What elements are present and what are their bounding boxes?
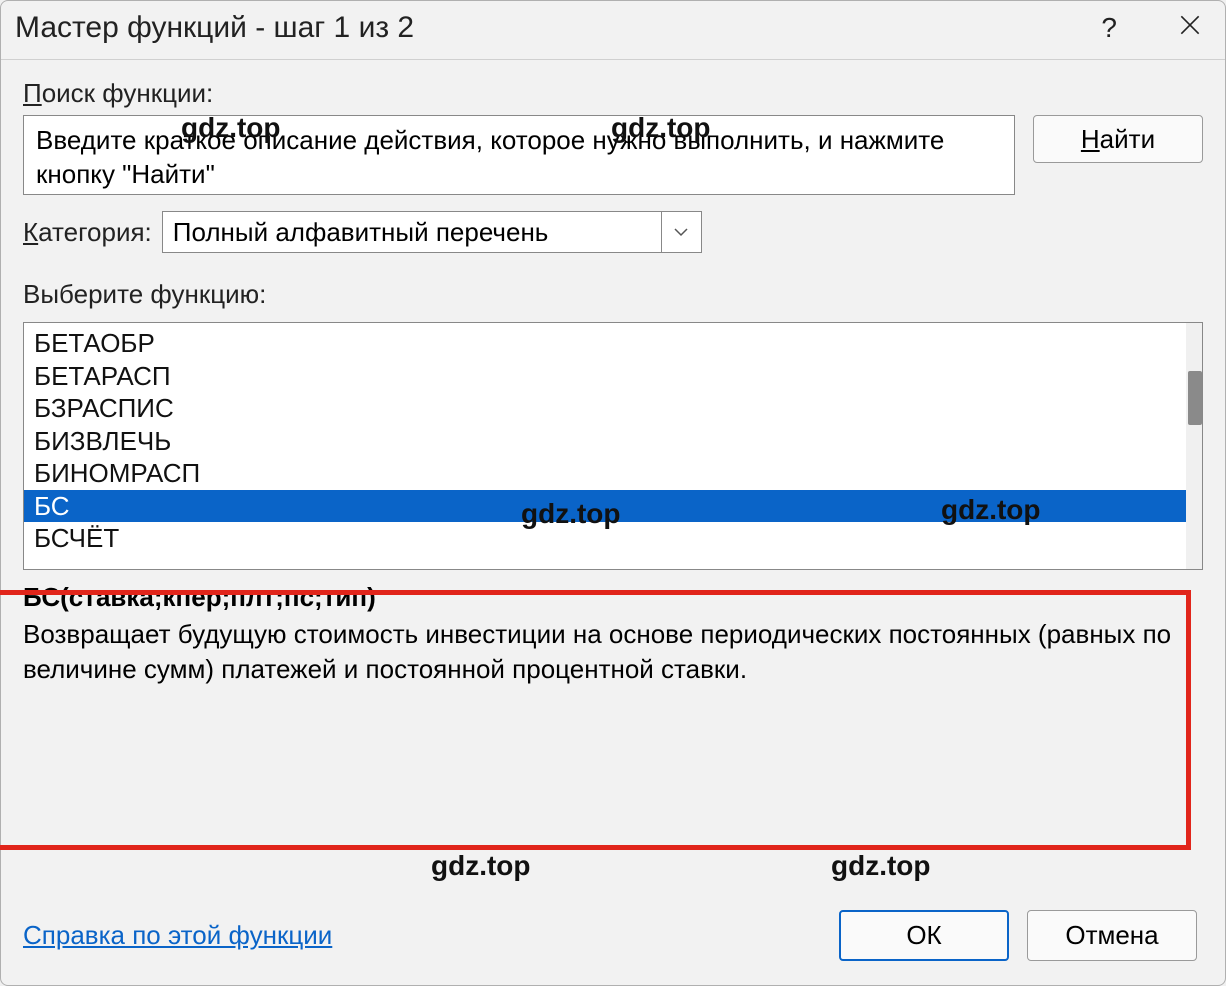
footer-buttons: ОК Отмена: [839, 910, 1197, 961]
function-description: Возвращает будущую стоимость инвестиции …: [23, 617, 1203, 687]
category-label: Категория:: [23, 217, 152, 248]
dialog-title: Мастер функций - шаг 1 из 2: [15, 11, 414, 45]
help-link[interactable]: Справка по этой функции: [23, 920, 332, 951]
ok-button[interactable]: ОК: [839, 910, 1009, 961]
category-value: Полный алфавитный перечень: [173, 217, 549, 248]
dialog-body: Поиск функции: Найти Категория: Полный а…: [1, 60, 1225, 890]
scrollbar[interactable]: [1186, 323, 1202, 569]
list-item[interactable]: БЕТАРАСП: [24, 360, 1186, 393]
function-listbox[interactable]: БЕТАОБР БЕТАРАСП БЗРАСПИС БИЗВЛЕЧЬ БИНОМ…: [23, 322, 1203, 570]
cancel-button[interactable]: Отмена: [1027, 910, 1197, 961]
list-item-selected[interactable]: БС: [24, 490, 1186, 523]
list-item[interactable]: БЗРАСПИС: [24, 392, 1186, 425]
help-icon[interactable]: ?: [1101, 12, 1117, 44]
search-input[interactable]: [23, 115, 1015, 195]
category-row: Категория: Полный алфавитный перечень: [23, 211, 1203, 253]
dialog-footer: Справка по этой функции ОК Отмена: [1, 890, 1225, 985]
search-row: Найти: [23, 115, 1203, 195]
list-item[interactable]: БИНОМРАСП: [24, 457, 1186, 490]
close-icon[interactable]: [1177, 12, 1203, 45]
list-item[interactable]: БЕТАОБР: [24, 327, 1186, 360]
function-wizard-dialog: Мастер функций - шаг 1 из 2 ? Поиск функ…: [0, 0, 1226, 986]
function-signature: БС(ставка;кпер;плт;пс;тип): [23, 582, 1203, 613]
watermark: gdz.top: [431, 850, 531, 882]
titlebar-controls: ?: [1101, 12, 1203, 45]
watermark: gdz.top: [831, 850, 931, 882]
list-item[interactable]: БСЧЁТ: [24, 522, 1186, 555]
titlebar: Мастер функций - шаг 1 из 2 ?: [1, 1, 1225, 60]
list-item[interactable]: БИЗВЛЕЧЬ: [24, 425, 1186, 458]
category-select[interactable]: Полный алфавитный перечень: [162, 211, 702, 253]
chevron-down-icon[interactable]: [661, 212, 701, 252]
find-button[interactable]: Найти: [1033, 115, 1203, 163]
scrollbar-thumb[interactable]: [1188, 371, 1202, 425]
select-function-label: Выберите функцию:: [23, 279, 1203, 310]
search-label: Поиск функции:: [23, 78, 1203, 109]
